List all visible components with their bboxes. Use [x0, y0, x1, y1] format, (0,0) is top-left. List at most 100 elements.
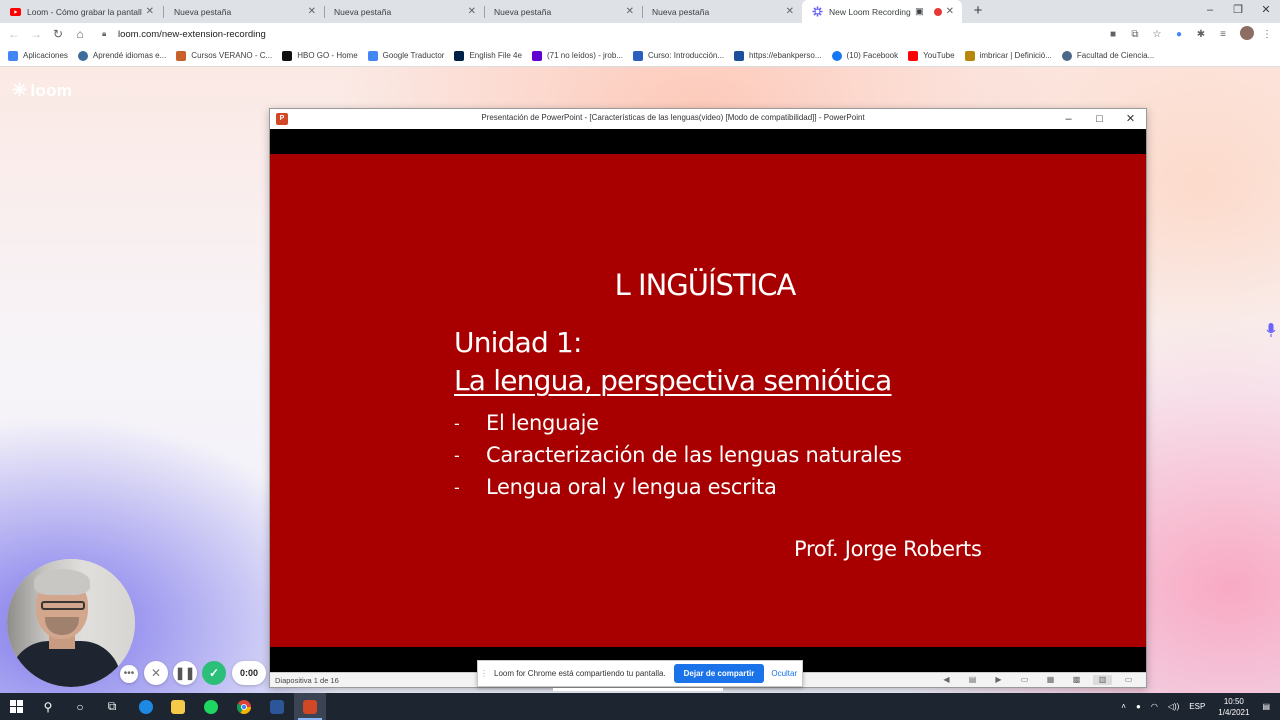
- hbo-icon: [282, 50, 293, 61]
- language-icon: [77, 50, 88, 61]
- bookmark-google-traductor[interactable]: Google Traductor: [367, 50, 445, 61]
- screen-share-banner: ⋮ Loom for Chrome está compartiendo tu p…: [477, 660, 803, 687]
- cancel-recording-icon[interactable]: ✕: [144, 661, 168, 685]
- slide-title: L INGÜÍSTICA: [614, 268, 797, 302]
- bookmark-yahoo-mail[interactable]: (71 no leídos) - jrob...: [531, 50, 623, 61]
- back-icon[interactable]: ←: [3, 23, 25, 45]
- normal-view-icon[interactable]: ▦: [1041, 675, 1060, 685]
- minimize-icon[interactable]: –: [1053, 109, 1084, 129]
- microphone-tray-icon[interactable]: ●: [1136, 702, 1141, 711]
- extension-icons: ■ ⧉ ☆ ● ✱ ≡ ⋮: [1102, 23, 1278, 45]
- maximize-icon[interactable]: □: [1084, 109, 1115, 129]
- tab-loom-youtube[interactable]: Loom - Cómo grabar la pantalla ✕: [0, 0, 162, 23]
- slide-unit: Unidad 1:: [454, 326, 582, 359]
- bookmark-cursos-verano[interactable]: Cursos VERANO - C...: [176, 50, 272, 61]
- slide: L INGÜÍSTICA Unidad 1: La lengua, perspe…: [270, 154, 1146, 647]
- bookmark-curso-introduccion[interactable]: Curso: Introducción...: [633, 50, 724, 61]
- bookmark-imbricar[interactable]: imbricar | Definició...: [964, 50, 1052, 61]
- camera-icon[interactable]: ■: [1102, 29, 1124, 40]
- bookmark-label: https://ebankperso...: [749, 51, 822, 60]
- next-slide-icon[interactable]: ▶: [989, 675, 1008, 685]
- bookmark-youtube[interactable]: YouTube: [908, 50, 955, 61]
- tab-new-loom-recording[interactable]: New Loom Recording ▣ ✕: [802, 0, 962, 23]
- bookmark-star-icon[interactable]: ☆: [1146, 29, 1168, 40]
- bookmark-idiomas[interactable]: Aprendé idiomas e...: [77, 50, 167, 61]
- drag-handle-icon[interactable]: ⋮: [478, 669, 490, 678]
- tab-new-4[interactable]: Nueva pestaña ✕: [642, 0, 802, 23]
- word-icon[interactable]: [261, 693, 293, 720]
- translate-page-icon[interactable]: ⧉: [1124, 29, 1146, 40]
- edge-icon[interactable]: [130, 693, 162, 720]
- webcam-person-hair: [34, 569, 90, 595]
- minimize-icon[interactable]: –: [1196, 0, 1224, 23]
- slide-subtitle: La lengua, perspectiva semiótica: [454, 364, 892, 397]
- bookmark-label: Google Traductor: [382, 51, 445, 60]
- windows-start-icon[interactable]: [0, 693, 32, 720]
- tab-new-2[interactable]: Nueva pestaña ✕: [324, 0, 484, 23]
- file-explorer-icon[interactable]: [162, 693, 194, 720]
- new-tab-button[interactable]: +: [970, 3, 986, 19]
- bookmark-ebank[interactable]: https://ebankperso...: [734, 50, 822, 61]
- microphone-extension-icon[interactable]: ●: [1168, 29, 1190, 40]
- close-icon[interactable]: ✕: [626, 6, 634, 17]
- input-language[interactable]: ESP: [1189, 702, 1205, 711]
- more-options-icon[interactable]: •••: [120, 665, 138, 683]
- finish-recording-icon[interactable]: ✓: [202, 661, 226, 685]
- loom-logo: ✳ loom: [12, 80, 72, 101]
- show-hidden-icons-icon[interactable]: ˄: [1121, 702, 1126, 711]
- tab-new-1[interactable]: Nueva pestaña ✕: [164, 0, 324, 23]
- chrome-icon[interactable]: [228, 693, 260, 720]
- lock-icon: 🔒︎: [102, 29, 107, 38]
- spotify-icon[interactable]: [195, 693, 227, 720]
- pause-recording-icon[interactable]: ❚❚: [173, 661, 197, 685]
- bookmark-english-file[interactable]: English File 4e: [454, 50, 522, 61]
- close-icon[interactable]: ✕: [468, 6, 476, 17]
- network-icon[interactable]: ◠: [1151, 702, 1158, 711]
- powerpoint-taskbar-icon[interactable]: [294, 693, 326, 720]
- task-view-icon[interactable]: ⧉: [96, 693, 128, 720]
- reading-list-icon[interactable]: ≡: [1212, 29, 1234, 40]
- clock[interactable]: 10:50 1/4/2021: [1218, 696, 1249, 718]
- close-window-icon[interactable]: ✕: [1252, 0, 1280, 23]
- slide-sorter-icon[interactable]: ▩: [1067, 675, 1086, 685]
- slide-menu-icon[interactable]: ▤: [963, 675, 982, 685]
- stop-sharing-button[interactable]: Dejar de compartir: [673, 664, 765, 683]
- home-icon[interactable]: ⌂: [69, 23, 91, 45]
- slideshow-view-icon[interactable]: ▭: [1119, 675, 1138, 685]
- volume-icon[interactable]: ◁)): [1168, 702, 1179, 711]
- slide-counter: Diapositiva 1 de 16: [275, 676, 339, 685]
- bookmark-facebook[interactable]: (10) Facebook: [831, 50, 899, 61]
- youtube-icon: [908, 50, 919, 61]
- close-icon[interactable]: ✕: [946, 6, 954, 17]
- bookmark-hbo[interactable]: HBO GO - Home: [282, 50, 358, 61]
- cortana-icon[interactable]: ○: [64, 693, 96, 720]
- previous-slide-icon[interactable]: ◀: [937, 675, 956, 685]
- bookmark-apps[interactable]: Aplicaciones: [8, 50, 68, 61]
- restore-icon[interactable]: ❐: [1224, 0, 1252, 23]
- bullet-dash: -: [454, 445, 460, 465]
- address-bar[interactable]: 🔒︎ loom.com/new-extension-recording: [94, 25, 1094, 43]
- reading-view-icon[interactable]: ▥: [1093, 675, 1112, 685]
- notifications-icon[interactable]: ▤: [1262, 702, 1270, 711]
- system-tray: ˄ ● ◠ ◁)) ESP 10:50 1/4/2021 ▤: [1116, 693, 1280, 720]
- bookmark-label: Aprendé idiomas e...: [92, 51, 167, 60]
- search-icon[interactable]: ⚲: [32, 693, 64, 720]
- powerpoint-titlebar: P Presentación de PowerPoint - [Caracter…: [270, 109, 1146, 129]
- close-icon[interactable]: ✕: [146, 6, 154, 17]
- notes-icon[interactable]: ▭: [1015, 675, 1034, 685]
- profile-avatar[interactable]: [1234, 25, 1256, 43]
- webcam-bubble[interactable]: [7, 559, 135, 687]
- close-icon[interactable]: ✕: [308, 6, 316, 17]
- reload-icon[interactable]: ↻: [47, 23, 69, 45]
- extensions-puzzle-icon[interactable]: ✱: [1190, 29, 1212, 40]
- bookmark-label: (10) Facebook: [846, 51, 899, 60]
- tab-new-3[interactable]: Nueva pestaña ✕: [484, 0, 642, 23]
- forward-icon[interactable]: →: [25, 23, 47, 45]
- hide-banner-link[interactable]: Ocultar: [771, 669, 797, 678]
- slide-bullet-list: - El lenguaje - Caracterización de las len…: [454, 407, 902, 503]
- close-icon[interactable]: ✕: [786, 6, 794, 17]
- close-window-icon[interactable]: ✕: [1115, 109, 1146, 129]
- microphone-icon[interactable]: [1266, 322, 1280, 340]
- bookmark-facultad[interactable]: Facultad de Ciencia...: [1061, 50, 1154, 61]
- menu-kebab-icon[interactable]: ⋮: [1256, 29, 1278, 40]
